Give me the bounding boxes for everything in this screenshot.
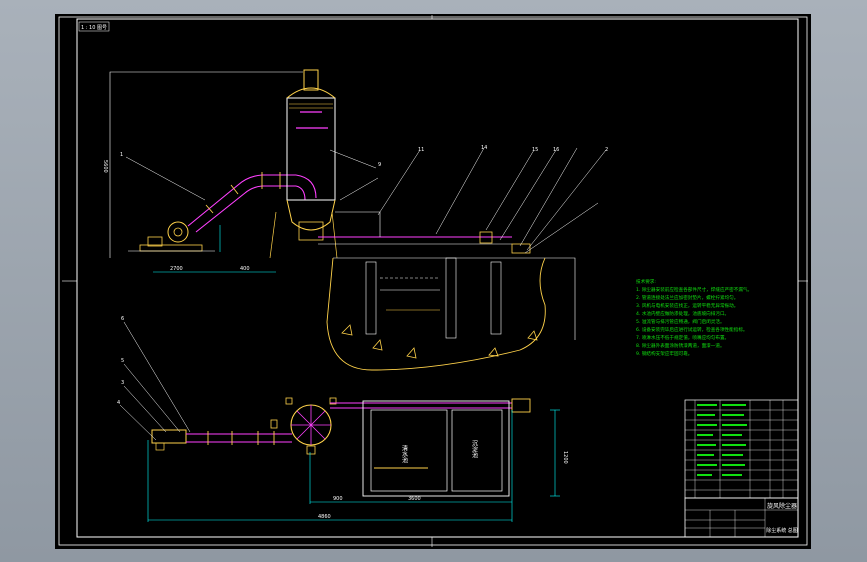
part-label-14: 14 <box>481 145 487 151</box>
part-label-9: 9 <box>378 162 381 168</box>
drawing-sheet <box>55 14 811 549</box>
part-label-5: 5 <box>121 358 124 364</box>
drawing-title: 旋风除尘器 <box>767 502 797 510</box>
note-1: 1. 除尘器安装前应检查各部件尺寸，焊缝应严密不漏气。 <box>636 286 752 293</box>
dim-fan-base: 2700 <box>170 266 183 272</box>
dim-tank-depth: 1200 <box>562 451 568 464</box>
note-9: 9. 钢结构支架应牢固可靠。 <box>636 350 692 357</box>
cyclone-plan-cross <box>291 405 331 445</box>
dim-tank-width: 3600 <box>408 496 421 502</box>
note-0: 技术要求: <box>636 278 656 285</box>
note-3: 3. 风机与电机安装应找正，运转平稳无异常振动。 <box>636 302 738 309</box>
corner-stamp: 1 : 10 图号 <box>81 25 107 31</box>
dim-offset: 900 <box>333 496 343 502</box>
note-5: 5. 溢流管与排污管应畅通，阀门启闭灵活。 <box>636 318 725 325</box>
note-8: 8. 除尘器外表面涂防锈漆两道，面漆一道。 <box>636 342 725 349</box>
sediment-tank-label: 沉淀池 <box>471 439 478 458</box>
part-label-11: 11 <box>418 147 424 153</box>
viewer-background: 1 : 10 图号 1 9 11 14 15 16 2 清水池 沉淀池 6 5 … <box>0 0 867 562</box>
part-label-4: 4 <box>117 400 120 406</box>
part-label-1: 1 <box>120 152 123 158</box>
part-label-2: 2 <box>605 147 608 153</box>
clear-water-tank-label: 清水池 <box>401 444 408 463</box>
dim-overall-width: 4860 <box>318 514 331 520</box>
note-4: 4. 水池内壁应做防渗处理，池底坡向排污口。 <box>636 310 729 317</box>
part-label-6: 6 <box>121 316 124 322</box>
note-6: 6. 设备安装完毕后应进行试运转，检查各项性能指标。 <box>636 326 748 333</box>
part-label-15: 15 <box>532 147 538 153</box>
dim-total-height: 5600 <box>102 160 108 173</box>
note-2: 2. 管道连接处法兰应加密封垫片，螺栓拧紧均匀。 <box>636 294 738 301</box>
part-label-16: 16 <box>553 147 559 153</box>
part-label-3: 3 <box>121 380 124 386</box>
drawing-subtitle: 除尘系统 总图 <box>766 527 798 534</box>
cad-drawing[interactable]: 1 : 10 图号 1 9 11 14 15 16 2 清水池 沉淀池 6 5 … <box>0 0 867 562</box>
note-7: 7. 喷淋水压不低于规定值，喷嘴应均匀布置。 <box>636 334 729 341</box>
dim-fan-offset: 400 <box>240 266 250 272</box>
